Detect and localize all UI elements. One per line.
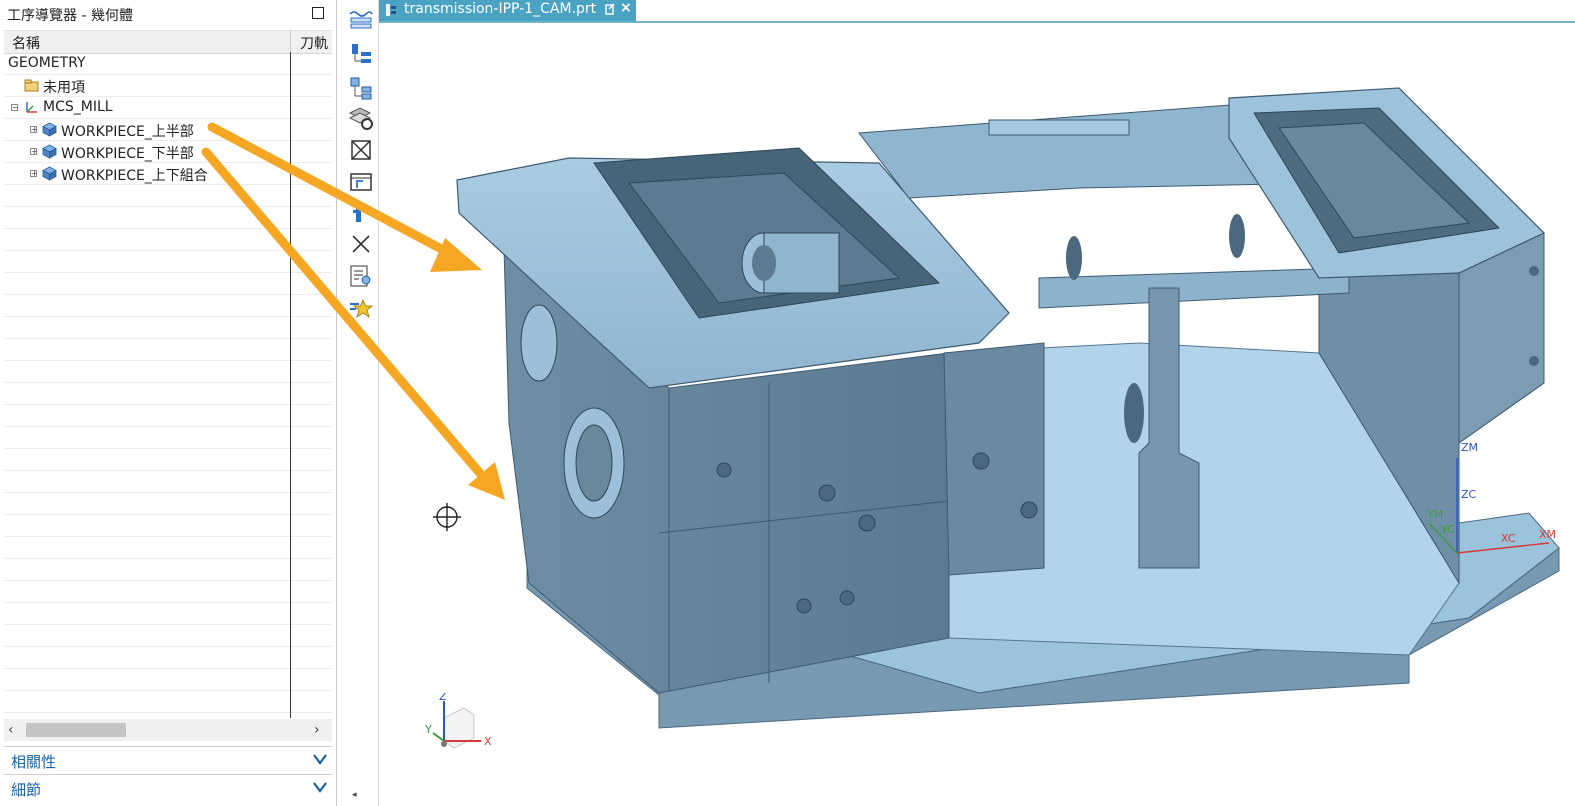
empty-row <box>4 383 332 405</box>
empty-row <box>4 669 332 691</box>
chevron-down-icon[interactable] <box>312 780 328 794</box>
empty-row <box>4 537 332 559</box>
view-triad: Z Y X <box>424 693 492 749</box>
empty-row <box>4 493 332 515</box>
geometry-view-icon[interactable] <box>347 74 375 102</box>
wcs-label-zm: ZM <box>1461 441 1478 454</box>
navigator-tree: GEOMETRY 未用項 − MCS_MILL + WORKPIECE_上半部 … <box>4 53 332 717</box>
empty-row <box>4 625 332 647</box>
column-toolpath-header[interactable]: 刀軌 <box>300 33 328 53</box>
operation-navigator: 工序導覽器 - 幾何體 名稱 刀軌 GEOMETRY 未用項 − MCS_MIL… <box>0 0 337 806</box>
workpiece-icon <box>42 166 57 181</box>
empty-row <box>4 229 332 251</box>
close-tab-icon[interactable]: × <box>620 0 632 16</box>
collapse-icon[interactable]: − <box>11 104 19 112</box>
filter-icon[interactable] <box>347 200 375 228</box>
empty-row <box>4 361 332 383</box>
empty-row <box>4 273 332 295</box>
folder-icon <box>24 79 39 92</box>
workpiece-icon <box>42 144 57 159</box>
crosshair-cursor-icon <box>433 503 461 531</box>
wcs-label-xm: XM <box>1539 528 1556 541</box>
empty-row <box>4 691 332 713</box>
tree-node-label: MCS_MILL <box>43 99 113 115</box>
chevron-down-icon[interactable] <box>312 752 328 766</box>
tree-node-label: WORKPIECE_上半部 <box>61 124 194 140</box>
empty-row <box>4 471 332 493</box>
expand-icon[interactable]: + <box>30 148 38 156</box>
navigator-toolbar: ◂ <box>344 0 379 806</box>
delete-icon[interactable] <box>347 136 375 164</box>
tree-node-workpiece-upper[interactable]: + WORKPIECE_上半部 <box>4 119 332 141</box>
triad-label-y: Y <box>424 723 432 736</box>
empty-row <box>4 515 332 537</box>
triad-label-x: X <box>484 735 492 748</box>
column-divider[interactable] <box>290 52 291 718</box>
close-x-icon[interactable] <box>347 230 375 258</box>
maximize-icon[interactable] <box>312 7 324 19</box>
machining-method-view-icon[interactable] <box>347 104 375 132</box>
tree-node-label: 未用項 <box>43 80 85 96</box>
empty-row <box>4 339 332 361</box>
part-file-icon <box>386 4 396 16</box>
document-tab-bar: transmission-IPP-1_CAM.prt × <box>379 0 1575 23</box>
column-name-header[interactable]: 名稱 <box>12 33 40 53</box>
section-title: 相關性 <box>11 753 57 771</box>
empty-row <box>4 185 332 207</box>
empty-row <box>4 207 332 229</box>
wcs-label-yc: YC <box>1440 523 1455 536</box>
column-header: 名稱 刀軌 <box>4 30 332 54</box>
empty-row <box>4 581 332 603</box>
empty-row <box>4 405 332 427</box>
tree-node-unused[interactable]: 未用項 <box>4 75 332 97</box>
empty-row <box>4 603 332 625</box>
navigator-title-bar: 工序導覽器 - 幾何體 <box>0 0 336 28</box>
machine-tool-view-icon[interactable] <box>347 40 375 68</box>
empty-row <box>4 449 332 471</box>
export-icon[interactable] <box>347 168 375 196</box>
expand-icon[interactable]: + <box>30 126 38 134</box>
graphics-viewport[interactable]: ZM ZC YM YC XC XM Z Y X <box>379 23 1575 806</box>
empty-row <box>4 251 332 273</box>
empty-row <box>4 427 332 449</box>
horizontal-scrollbar[interactable]: ‹ › <box>4 719 332 741</box>
empty-row <box>4 647 332 669</box>
navigator-title: 工序導覽器 - 幾何體 <box>7 8 133 24</box>
wcs-label-ym: YM <box>1426 508 1443 521</box>
mcs-icon <box>26 102 37 113</box>
wcs-label-zc: ZC <box>1461 488 1477 501</box>
operation-list-icon[interactable] <box>347 262 375 290</box>
tree-node-workpiece-combined[interactable]: + WORKPIECE_上下組合 <box>4 163 332 185</box>
central-rib <box>1038 267 1350 309</box>
pop-out-icon[interactable] <box>605 3 615 15</box>
scroll-right-icon[interactable]: › <box>314 722 320 738</box>
column-divider <box>290 30 291 52</box>
section-details[interactable]: 細節 <box>4 774 332 801</box>
empty-row <box>4 295 332 317</box>
expand-icon[interactable]: + <box>30 170 38 178</box>
wcs-label-xc: XC <box>1501 532 1516 545</box>
part-model[interactable]: ZM ZC YM YC XC XM <box>379 23 1575 806</box>
document-tab-label: transmission-IPP-1_CAM.prt <box>404 1 597 17</box>
scrollbar-thumb[interactable] <box>26 723 126 737</box>
tree-node-label: WORKPIECE_下半部 <box>61 146 194 162</box>
triad-label-z: Z <box>439 693 447 703</box>
scroll-left-icon[interactable]: ‹ <box>8 722 14 738</box>
tree-node-label: GEOMETRY <box>8 55 86 71</box>
tree-node-workpiece-lower[interactable]: + WORKPIECE_下半部 <box>4 141 332 163</box>
tree-node-mcs-mill[interactable]: − MCS_MILL <box>4 97 332 119</box>
empty-row <box>4 317 332 339</box>
middle-wall <box>943 342 1045 576</box>
section-dependencies[interactable]: 相關性 <box>4 746 332 773</box>
tree-node-label: WORKPIECE_上下組合 <box>61 168 208 184</box>
workpiece-icon <box>42 122 57 137</box>
collapse-toolbar-icon[interactable]: ◂ <box>352 790 357 800</box>
section-title: 細節 <box>11 781 42 799</box>
program-order-view-icon[interactable] <box>347 6 375 34</box>
tree-node-geometry[interactable]: GEOMETRY <box>4 53 332 75</box>
favorites-icon[interactable] <box>347 294 375 322</box>
document-tab[interactable]: transmission-IPP-1_CAM.prt × <box>379 0 636 21</box>
empty-row <box>4 559 332 581</box>
